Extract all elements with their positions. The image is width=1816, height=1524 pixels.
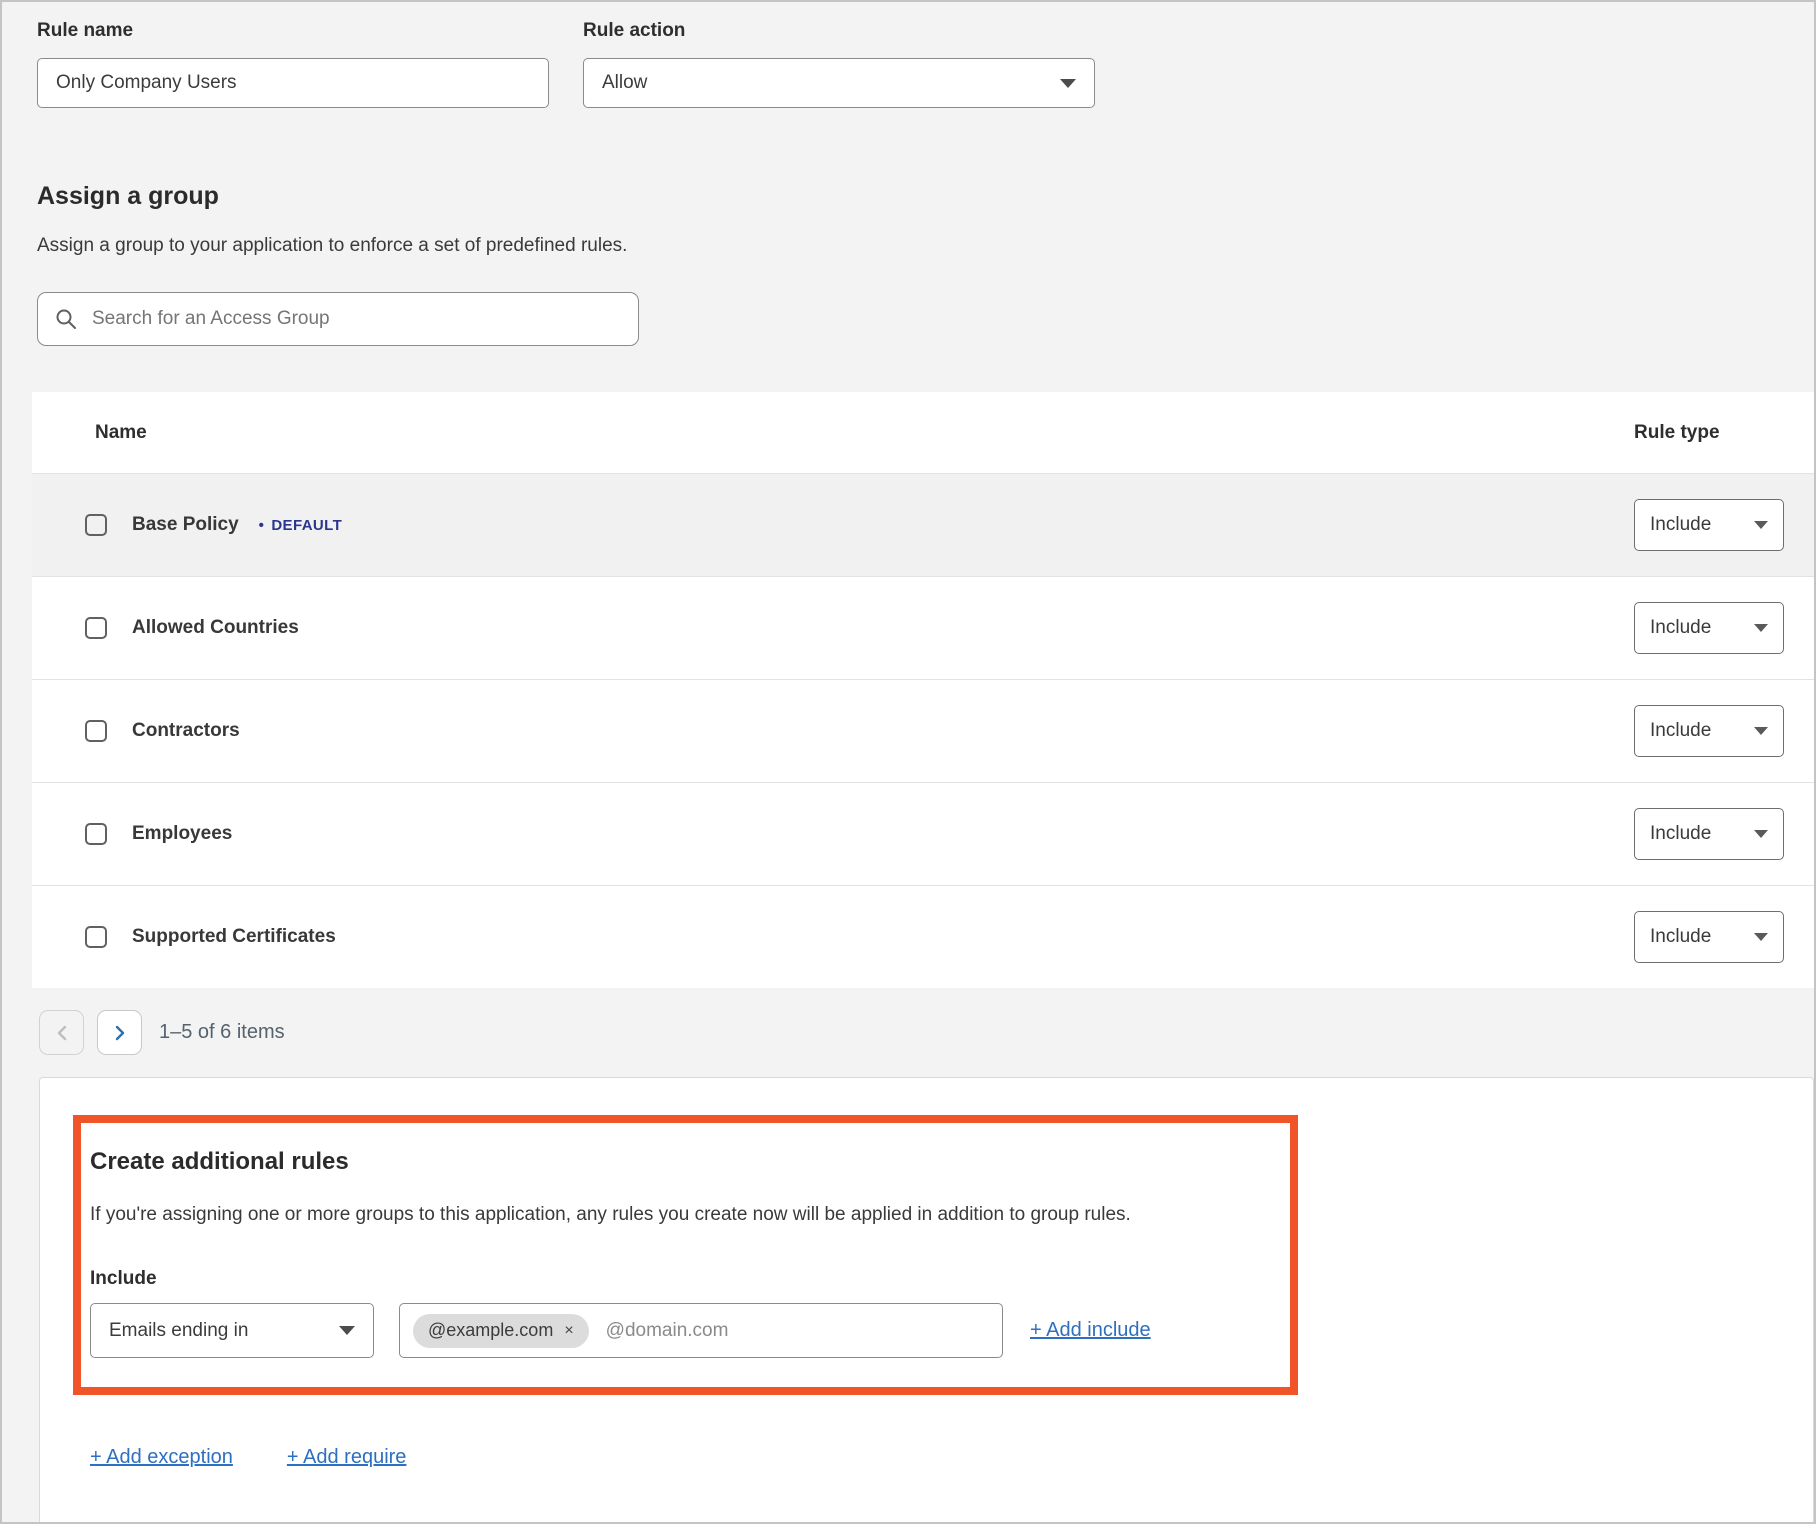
add-require-link[interactable]: + Add require: [287, 1446, 407, 1469]
caret-down-icon: [339, 1326, 355, 1335]
column-header-rule-type: Rule type: [1634, 422, 1814, 444]
caret-down-icon: [1754, 830, 1768, 838]
rule-type-select[interactable]: Include: [1634, 808, 1784, 860]
caret-down-icon: [1754, 933, 1768, 941]
access-group-search[interactable]: [37, 292, 639, 346]
tag-label: @example.com: [428, 1320, 553, 1341]
search-input[interactable]: [92, 308, 621, 330]
rule-action-value: Allow: [602, 72, 647, 94]
domain-text-input[interactable]: [606, 1320, 989, 1342]
rule-type-value: Include: [1650, 926, 1711, 948]
row-name: Supported Certificates: [132, 926, 336, 948]
default-badge: • DEFAULT: [259, 517, 343, 534]
caret-down-icon: [1754, 521, 1768, 529]
additional-rules-card: Create additional rules If you're assign…: [39, 1077, 1814, 1524]
chevron-left-icon: [55, 1024, 69, 1042]
table-row-allowed-countries: Allowed Countries Include: [32, 576, 1814, 679]
row-checkbox[interactable]: [85, 617, 107, 639]
access-group-table: Name Rule type Base Policy • DEFAULT Inc…: [32, 392, 1814, 988]
condition-select[interactable]: Emails ending in: [90, 1303, 374, 1358]
row-checkbox[interactable]: [85, 823, 107, 845]
default-badge-bullet: •: [259, 517, 265, 534]
row-name: Allowed Countries: [132, 617, 299, 639]
table-header: Name Rule type: [32, 392, 1814, 473]
include-section-label: Include: [90, 1268, 157, 1290]
additional-rules-heading: Create additional rules: [90, 1148, 349, 1176]
caret-down-icon: [1754, 624, 1768, 632]
search-icon: [55, 308, 77, 330]
access-rule-page: Rule name Rule action Allow Assign a gro…: [0, 0, 1816, 1524]
rule-links: + Add exception + Add require: [90, 1446, 406, 1469]
pagination-summary: 1–5 of 6 items: [159, 1021, 285, 1044]
row-name: Contractors: [132, 720, 240, 742]
rule-action-field: Rule action Allow: [583, 20, 1095, 108]
row-name: Base Policy: [132, 514, 239, 536]
chevron-right-icon: [113, 1024, 127, 1042]
rule-type-value: Include: [1650, 617, 1711, 639]
caret-down-icon: [1754, 727, 1768, 735]
default-badge-label: DEFAULT: [271, 517, 342, 534]
assign-group-heading: Assign a group: [37, 182, 219, 211]
rule-name-input[interactable]: [37, 58, 549, 108]
remove-tag-icon[interactable]: ×: [564, 1323, 573, 1339]
rule-action-label: Rule action: [583, 20, 1095, 42]
assign-group-description: Assign a group to your application to en…: [37, 235, 627, 257]
table-row-supported-certificates: Supported Certificates Include: [32, 885, 1814, 988]
row-checkbox[interactable]: [85, 720, 107, 742]
add-exception-link[interactable]: + Add exception: [90, 1446, 233, 1469]
previous-page-button[interactable]: [39, 1010, 84, 1055]
rule-type-select[interactable]: Include: [1634, 499, 1784, 551]
rule-type-select[interactable]: Include: [1634, 602, 1784, 654]
table-row-contractors: Contractors Include: [32, 679, 1814, 782]
rule-action-select[interactable]: Allow: [583, 58, 1095, 108]
pagination: 1–5 of 6 items: [39, 1010, 285, 1055]
rule-type-value: Include: [1650, 514, 1711, 536]
rule-name-label: Rule name: [37, 20, 549, 42]
table-row-employees: Employees Include: [32, 782, 1814, 885]
row-name: Employees: [132, 823, 232, 845]
next-page-button[interactable]: [97, 1010, 142, 1055]
caret-down-icon: [1060, 79, 1076, 88]
table-row-base-policy: Base Policy • DEFAULT Include: [32, 473, 1814, 576]
email-domain-input[interactable]: @example.com ×: [399, 1303, 1003, 1358]
add-include-link[interactable]: + Add include: [1030, 1319, 1151, 1342]
row-checkbox[interactable]: [85, 926, 107, 948]
rule-form: Rule name Rule action Allow: [37, 20, 1095, 108]
rule-type-value: Include: [1650, 823, 1711, 845]
include-rule-row: Emails ending in @example.com × + Add in…: [90, 1303, 1151, 1358]
column-header-name: Name: [32, 422, 1634, 444]
additional-rules-description: If you're assigning one or more groups t…: [90, 1204, 1131, 1226]
email-domain-tag: @example.com ×: [413, 1314, 589, 1348]
rule-type-select[interactable]: Include: [1634, 911, 1784, 963]
rule-type-select[interactable]: Include: [1634, 705, 1784, 757]
rule-type-value: Include: [1650, 720, 1711, 742]
rule-name-field: Rule name: [37, 20, 549, 108]
condition-value: Emails ending in: [109, 1320, 248, 1342]
row-checkbox[interactable]: [85, 514, 107, 536]
